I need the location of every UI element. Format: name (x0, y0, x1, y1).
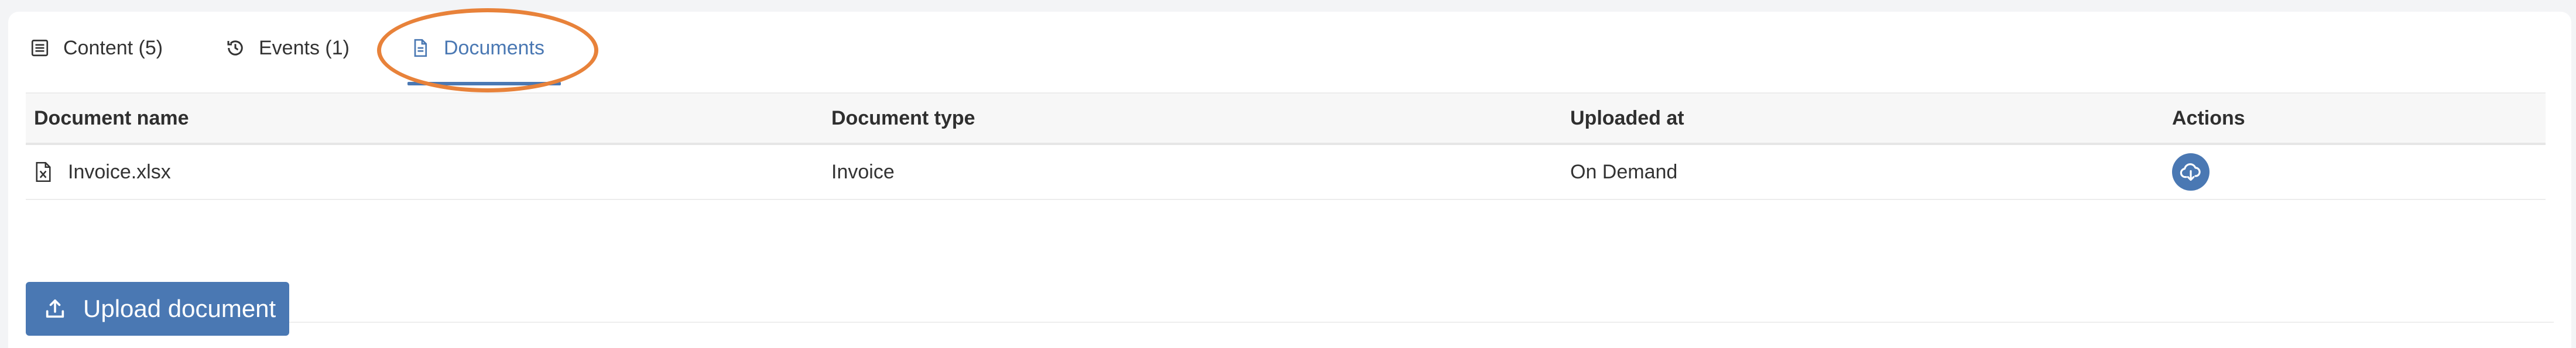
active-tab-indicator (407, 82, 561, 85)
header-document-type: Document type (831, 106, 975, 129)
upload-document-label: Upload document (83, 295, 276, 322)
history-icon (225, 37, 246, 58)
footer-divider (289, 322, 2554, 323)
tab-events[interactable]: Events (1) (225, 30, 350, 66)
tab-documents[interactable]: Documents (410, 30, 544, 66)
header-uploaded-at: Uploaded at (1570, 106, 1684, 129)
upload-document-button[interactable]: Upload document (26, 282, 289, 336)
tab-bar: Content (5) Events (1) Documents (8, 8, 2543, 92)
download-button[interactable] (2172, 153, 2210, 191)
header-document-name: Document name (34, 106, 189, 129)
documents-panel: Content (5) Events (1) Documents Documen… (8, 8, 2571, 348)
tab-documents-label: Documents (444, 36, 544, 59)
tab-content[interactable]: Content (5) (29, 30, 163, 66)
document-name-cell: Invoice.xlsx (34, 145, 171, 199)
list-icon (29, 37, 50, 58)
excel-file-icon (34, 161, 53, 182)
cloud-download-icon (2180, 161, 2202, 183)
table-row: Invoice.xlsx Invoice On Demand (26, 145, 2546, 200)
upload-icon (43, 297, 67, 321)
uploaded-at: On Demand (1570, 160, 1678, 183)
tab-events-label: Events (1) (259, 36, 350, 59)
documents-table: Document name Document type Uploaded at … (26, 92, 2546, 200)
actions-cell (2172, 145, 2210, 199)
header-actions: Actions (2172, 106, 2245, 129)
tab-content-label: Content (5) (63, 36, 163, 59)
document-type: Invoice (831, 160, 895, 183)
document-name: Invoice.xlsx (68, 160, 171, 183)
document-icon (410, 37, 431, 58)
table-header: Document name Document type Uploaded at … (26, 92, 2546, 145)
